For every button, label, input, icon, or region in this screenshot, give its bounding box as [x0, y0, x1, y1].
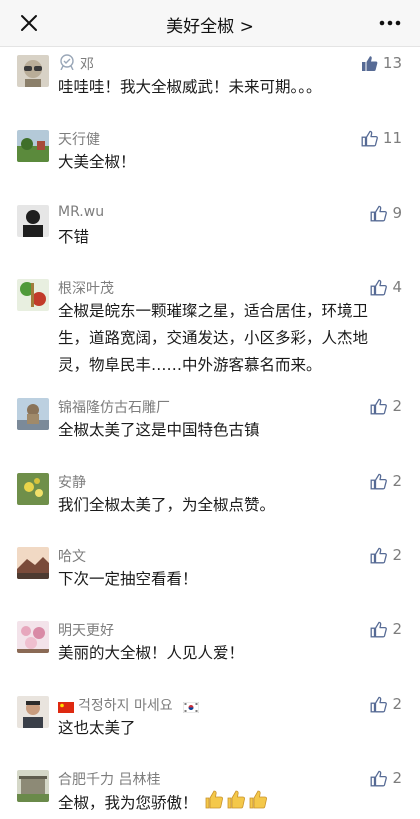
- comment-text: 全椒太美了这是中国特色古镇: [58, 421, 260, 439]
- like-count: 2: [392, 397, 402, 415]
- comment-text-body: 全椒，我为您骄傲！: [58, 794, 198, 812]
- like-count: 2: [392, 546, 402, 564]
- thumbs-up-icon: [371, 279, 388, 295]
- like-button[interactable]: 2: [370, 620, 402, 638]
- top-bar: 美好全椒 >: [0, 0, 420, 47]
- like-count: 2: [392, 620, 402, 638]
- thumbs-up-icon: [371, 398, 388, 414]
- commenter-name[interactable]: 邓: [80, 54, 94, 74]
- avatar[interactable]: [17, 770, 49, 802]
- like-count: 11: [382, 129, 402, 147]
- comment-text: 大美全椒！: [58, 153, 136, 171]
- comment-text-line: 生，道路宽阔，交通发达，小区多彩，人杰地: [58, 329, 369, 347]
- like-count: 2: [392, 695, 402, 713]
- comment-text-line: 灵，物阜民丰……中外游客慕名而来。: [58, 356, 322, 374]
- commenter-name[interactable]: 合肥千力 吕林桂: [58, 769, 160, 789]
- like-count: 2: [392, 769, 402, 787]
- like-button[interactable]: 2: [370, 769, 402, 787]
- thumbs-up-icon: [371, 696, 388, 712]
- thumbs-up-icon: [371, 621, 388, 637]
- comment-text: 全椒是皖东一颗璀璨之星，适合居住，环境卫 生，道路宽阔，交通发达，小区多彩，人杰…: [58, 298, 398, 379]
- commenter-name[interactable]: 锦福隆仿古石雕厂: [58, 397, 170, 417]
- thumbs-up-icon: [371, 205, 388, 221]
- thumbs-up-icon: [361, 130, 378, 146]
- like-button[interactable]: 2: [370, 472, 402, 490]
- commenter-name[interactable]: 安静: [58, 472, 86, 492]
- like-button[interactable]: 13: [361, 54, 402, 72]
- verified-badge-icon: [58, 54, 76, 74]
- commenter-name[interactable]: MR.wu: [58, 204, 104, 220]
- like-count: 2: [392, 472, 402, 490]
- comment-text: 下次一定抽空看看！: [58, 570, 198, 588]
- like-count: 9: [392, 204, 402, 222]
- avatar[interactable]: [17, 547, 49, 579]
- thumbs-up-icon: [371, 473, 388, 489]
- like-count: 13: [382, 54, 402, 72]
- like-button[interactable]: 2: [370, 546, 402, 564]
- avatar[interactable]: [17, 130, 49, 162]
- page-title[interactable]: 美好全椒 >: [110, 12, 310, 37]
- like-button[interactable]: 4: [370, 278, 402, 296]
- thumbs-up-emoji-icon: [204, 789, 270, 818]
- thumbs-up-filled-icon: [361, 55, 378, 71]
- commenter-name[interactable]: 哈文: [58, 546, 86, 566]
- comment-text-line: 全椒是皖东一颗璀璨之星，适合居住，环境卫: [58, 302, 369, 320]
- avatar[interactable]: [17, 55, 49, 87]
- commenter-name[interactable]: 天行健: [58, 129, 100, 149]
- comment-text: 不错: [58, 228, 90, 246]
- comment-text: 哇哇哇！我大全椒威武！未来可期。。。: [58, 78, 322, 96]
- avatar[interactable]: [17, 621, 49, 653]
- thumbs-up-icon: [371, 547, 388, 563]
- commenter-name[interactable]: 根深叶茂: [58, 278, 114, 298]
- thumbs-up-icon: [371, 770, 388, 786]
- like-button[interactable]: 11: [361, 129, 402, 147]
- comment-text: 我们全椒太美了，为全椒点赞。: [58, 496, 276, 514]
- avatar[interactable]: [17, 696, 49, 728]
- close-icon: [21, 15, 37, 31]
- comment-text: 全椒，我为您骄傲！: [58, 789, 398, 818]
- like-button[interactable]: 9: [370, 204, 402, 222]
- commenter-name[interactable]: 걱정하지 마세요: [78, 695, 173, 715]
- close-button[interactable]: [14, 9, 44, 37]
- commenter-name[interactable]: 明天更好: [58, 620, 114, 640]
- avatar[interactable]: [17, 205, 49, 237]
- like-button[interactable]: 2: [370, 695, 402, 713]
- like-button[interactable]: 2: [370, 397, 402, 415]
- avatar[interactable]: [17, 473, 49, 505]
- like-count: 4: [392, 278, 402, 296]
- comment-text: 美丽的大全椒！人见人爱！: [58, 644, 245, 662]
- comment-text: 这也太美了: [58, 719, 136, 737]
- more-icon: [379, 20, 401, 26]
- avatar[interactable]: [17, 398, 49, 430]
- more-button[interactable]: [376, 13, 404, 33]
- avatar[interactable]: [17, 279, 49, 311]
